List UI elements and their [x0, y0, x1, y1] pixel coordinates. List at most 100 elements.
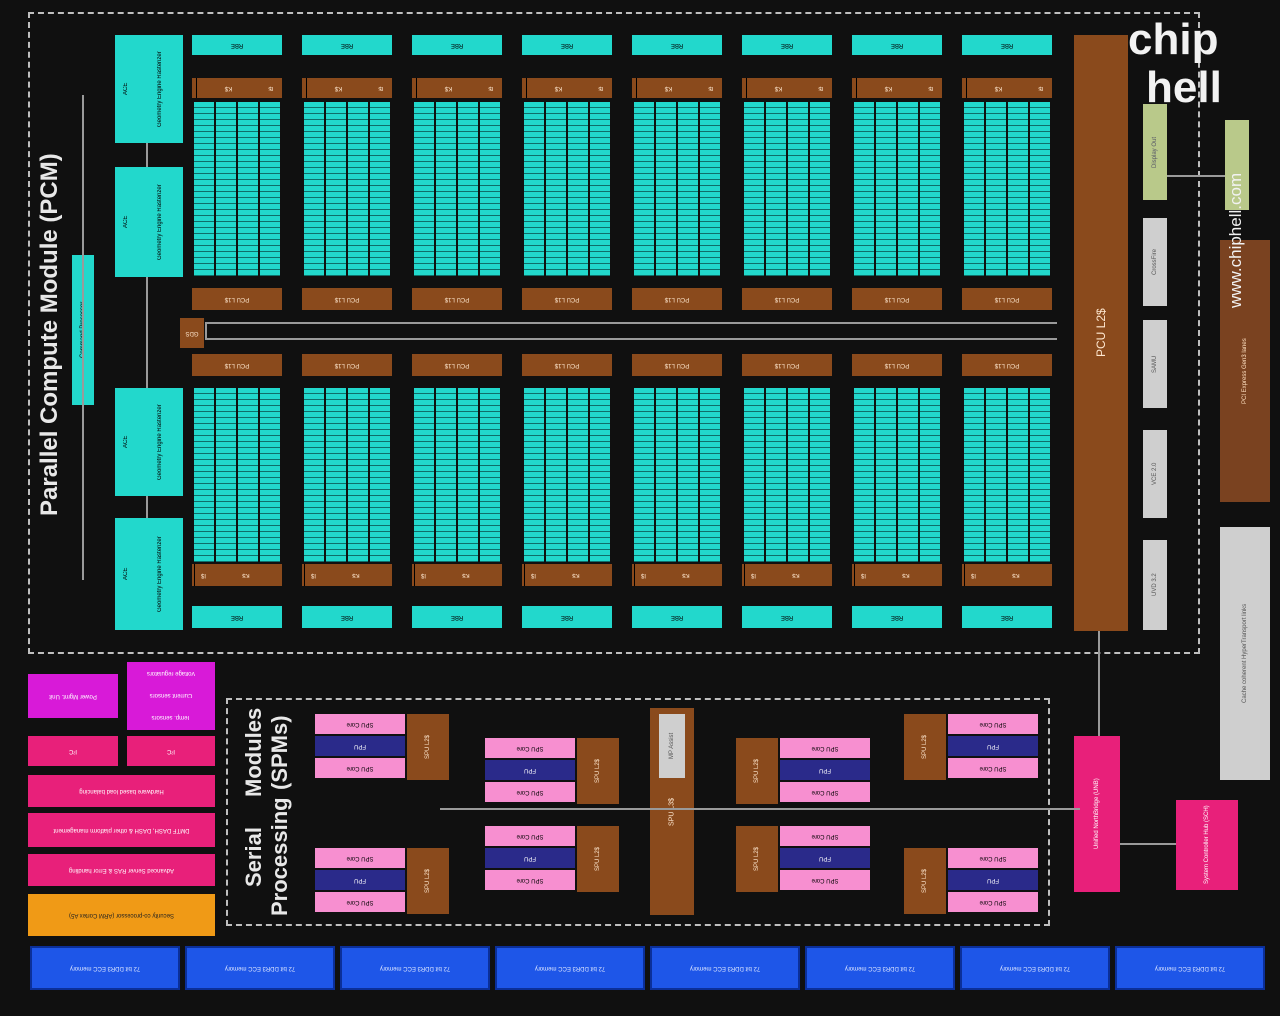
- k-cache: K$: [416, 78, 480, 98]
- simd-lane: [788, 102, 808, 276]
- fpu: FPU: [948, 736, 1038, 756]
- rbe-bottom: RBE: [412, 606, 502, 628]
- crossfire-block: CrossFire: [1143, 218, 1167, 306]
- memory-channel: 72 bit DDR3 ECC memory: [185, 946, 335, 990]
- ace-block-2: ACE Geometry Engine Rasterizer: [115, 167, 183, 277]
- pcu-l1-upper: PCU L1$: [632, 288, 722, 310]
- rbe-top: RBE: [412, 35, 502, 55]
- k-cache: K$: [196, 78, 260, 98]
- cache-bar-top: K$ I$: [742, 78, 832, 98]
- simd-lane: [964, 388, 984, 562]
- pcu-l2-cache: PCU L2$: [1074, 35, 1128, 631]
- hw-load-balancing: Hardware based load balancing: [28, 775, 215, 807]
- rbe-top: RBE: [852, 35, 942, 55]
- compute-unit-bottom: [852, 386, 942, 564]
- central-bus: [205, 322, 1057, 340]
- simd-lane: [634, 102, 654, 276]
- rbe-top: RBE: [192, 35, 282, 55]
- i-cache: I$: [818, 85, 824, 91]
- compute-unit-top: [522, 100, 612, 278]
- simd-lane: [216, 388, 236, 562]
- rbe-top: RBE: [962, 35, 1052, 55]
- logo-chip: chip: [1128, 15, 1219, 64]
- spu-l2-cache: SPU L2$: [407, 714, 449, 780]
- fpu: FPU: [315, 736, 405, 756]
- simd-lane: [458, 388, 478, 562]
- simd-lane: [898, 388, 918, 562]
- pcu-l1-upper: PCU L1$: [742, 288, 832, 310]
- simd-lane: [524, 102, 544, 276]
- i-cache: I$: [524, 564, 542, 586]
- k-cache: K$: [746, 78, 810, 98]
- pcu-l1-lower: PCU L1$: [632, 354, 722, 376]
- uvd-block: UVD 3.2: [1143, 540, 1167, 630]
- memory-channel: 72 bit DDR3 ECC memory: [805, 946, 955, 990]
- simd-lane: [920, 102, 940, 276]
- cache-bar-top: K$ I$: [522, 78, 612, 98]
- i-cache: I$: [268, 85, 274, 91]
- cache-bar-bottom: I$ K$: [302, 564, 392, 586]
- vce-block: VCE 2.0: [1143, 430, 1167, 518]
- rbe-bottom: RBE: [632, 606, 722, 628]
- mp-assist: MP Assist: [659, 714, 685, 778]
- k-cache: K$: [902, 572, 910, 578]
- samu-block: SAMU: [1143, 320, 1167, 408]
- simd-lane: [1030, 388, 1050, 562]
- spu-core: SPU Core: [485, 826, 575, 846]
- sch-link: [1120, 843, 1176, 845]
- i2c-block-a: I²C: [28, 736, 118, 766]
- spu-core: SPU Core: [948, 892, 1038, 912]
- spu-l2-cache: SPU L2$: [736, 738, 778, 804]
- spu-l2-cache: SPU L2$: [577, 826, 619, 892]
- simd-lane: [370, 388, 390, 562]
- i2c-block-b: I²C: [127, 736, 215, 766]
- chiphell-url: www.chiphell.com: [1226, 172, 1245, 308]
- ace-block-4: ACE Geometry Engine Rasterizer: [115, 518, 183, 630]
- cache-bar-bottom: I$ K$: [192, 564, 282, 586]
- display-out-link: [1167, 175, 1225, 177]
- simd-lane: [304, 102, 324, 276]
- pcu-l1-lower: PCU L1$: [522, 354, 612, 376]
- simd-lane: [656, 388, 676, 562]
- i-cache: I$: [194, 564, 212, 586]
- i-cache: I$: [854, 564, 872, 586]
- pcu-l1-upper: PCU L1$: [852, 288, 942, 310]
- memory-channel: 72 bit DDR3 ECC memory: [30, 946, 180, 990]
- simd-lane: [590, 102, 610, 276]
- k-cache: K$: [572, 572, 580, 578]
- system-controller-hub: System Controller Hub (SCH): [1176, 800, 1238, 890]
- simd-lane: [788, 388, 808, 562]
- k-cache: K$: [526, 78, 590, 98]
- fpu: FPU: [315, 870, 405, 890]
- simd-lane: [480, 388, 500, 562]
- simd-lane: [1030, 102, 1050, 276]
- simd-lane: [766, 388, 786, 562]
- simd-lane: [810, 102, 830, 276]
- rbe-top: RBE: [302, 35, 392, 55]
- spu-core: SPU Core: [780, 826, 870, 846]
- spu-core: SPU Core: [780, 782, 870, 802]
- cache-bar-top: K$ I$: [302, 78, 392, 98]
- spu-core: SPU Core: [780, 870, 870, 890]
- memory-channel: 72 bit DDR3 ECC memory: [650, 946, 800, 990]
- simd-lane: [766, 102, 786, 276]
- simd-lane: [634, 388, 654, 562]
- i-cache: I$: [928, 85, 934, 91]
- spu-core: SPU Core: [780, 738, 870, 758]
- simd-lane: [436, 102, 456, 276]
- compute-unit-top: [632, 100, 722, 278]
- k-cache: K$: [306, 78, 370, 98]
- rbe-top: RBE: [742, 35, 832, 55]
- pcu-l1-lower: PCU L1$: [192, 354, 282, 376]
- gds-block: GDS: [180, 318, 204, 348]
- simd-lane: [238, 102, 258, 276]
- simd-lane: [194, 388, 214, 562]
- simd-lane: [216, 102, 236, 276]
- compute-unit-top: [962, 100, 1052, 278]
- spu-l2-cache: SPU L2$: [407, 848, 449, 914]
- i-cache: I$: [414, 564, 432, 586]
- compute-unit-bottom: [192, 386, 282, 564]
- cache-bar-bottom: I$ K$: [522, 564, 612, 586]
- simd-lane: [546, 102, 566, 276]
- cache-bar-top: K$ I$: [962, 78, 1052, 98]
